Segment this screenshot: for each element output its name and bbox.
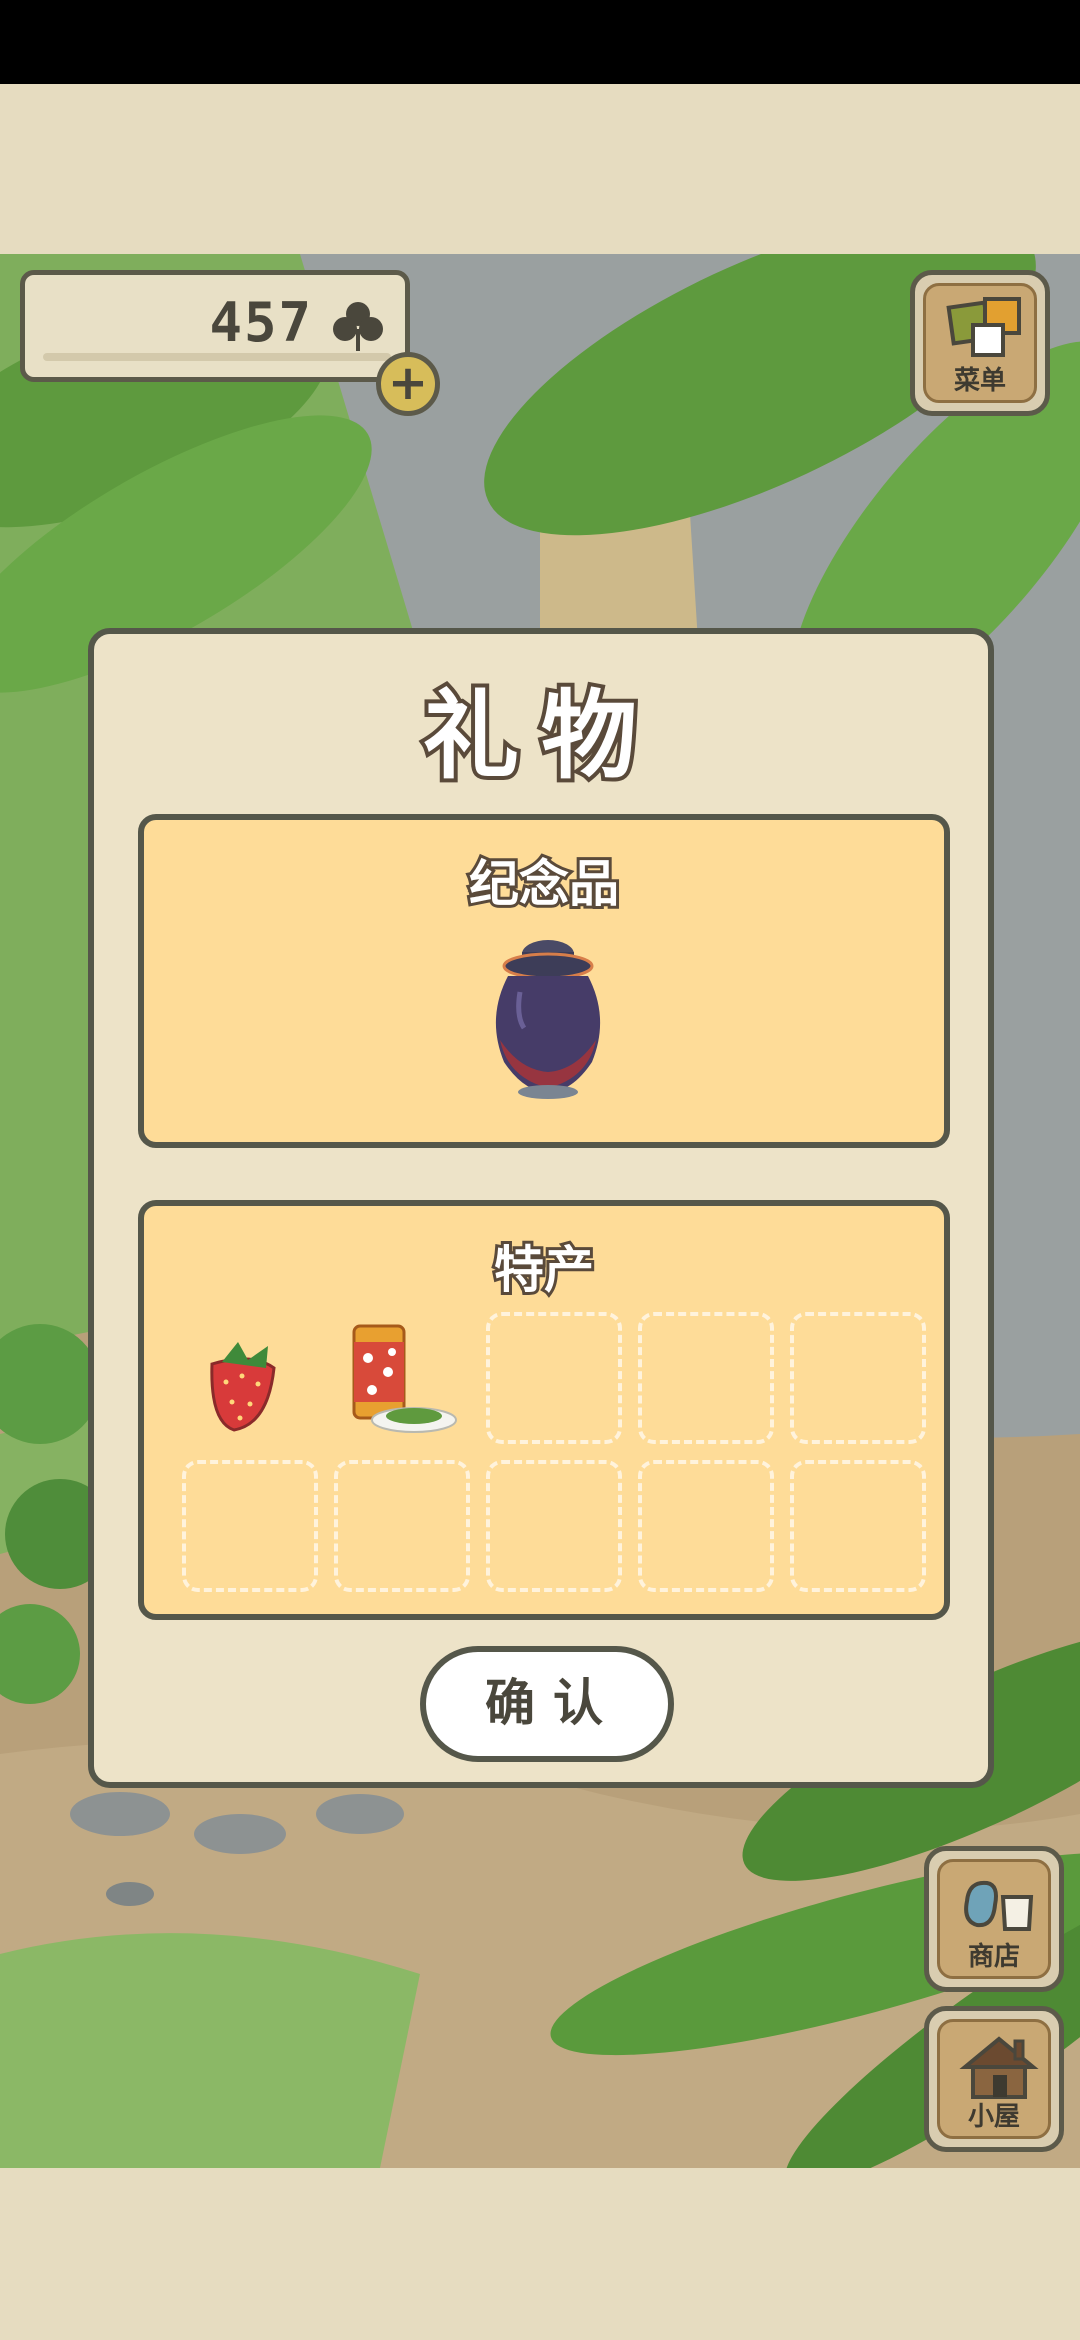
specialty-title: 特产 xyxy=(491,1238,597,1302)
specialty-slot-10[interactable] xyxy=(790,1460,926,1592)
house-label: 小屋 xyxy=(967,2102,1020,2132)
clover-counter: 457 xyxy=(20,270,410,382)
specialty-slot-5[interactable] xyxy=(790,1312,926,1444)
souvenir-panel: 纪念品 xyxy=(138,814,950,1148)
specialty-slot-4[interactable] xyxy=(638,1312,774,1444)
bottom-band xyxy=(0,2168,1080,2340)
clay-jar-icon[interactable] xyxy=(486,932,610,1100)
specialty-slot-7[interactable] xyxy=(334,1460,470,1592)
gift-dialog-title: 礼物 xyxy=(419,676,659,796)
specialty-slot-2[interactable] xyxy=(334,1312,470,1444)
specialty-slot-6[interactable] xyxy=(182,1460,318,1592)
menu-button[interactable]: 菜单 xyxy=(910,270,1050,416)
add-clover-button[interactable]: + xyxy=(376,352,440,416)
shop-label: 商店 xyxy=(967,1942,1020,1972)
confirm-button[interactable]: 确认 xyxy=(420,1646,674,1762)
specialty-slot-1[interactable] xyxy=(182,1312,318,1444)
gift-dialog: 礼物 纪念品 特产 确认 xyxy=(88,628,994,1788)
top-band xyxy=(0,84,1080,254)
shop-button[interactable]: 商店 xyxy=(924,1846,1064,1992)
status-bar xyxy=(0,0,1080,84)
clover-count: 457 xyxy=(209,291,313,354)
specialty-slot-9[interactable] xyxy=(638,1460,774,1592)
specialty-slot-3[interactable] xyxy=(486,1312,622,1444)
clover-icon xyxy=(333,302,383,351)
souvenir-title: 纪念品 xyxy=(466,852,622,916)
specialty-panel: 特产 xyxy=(138,1200,950,1620)
menu-label: 菜单 xyxy=(953,366,1006,396)
clover-bar xyxy=(43,353,391,361)
house-button[interactable]: 小屋 xyxy=(924,2006,1064,2152)
tea-canister-icon xyxy=(352,1324,457,1433)
specialty-slot-8[interactable] xyxy=(486,1460,622,1592)
strawberry-icon xyxy=(210,1342,276,1432)
